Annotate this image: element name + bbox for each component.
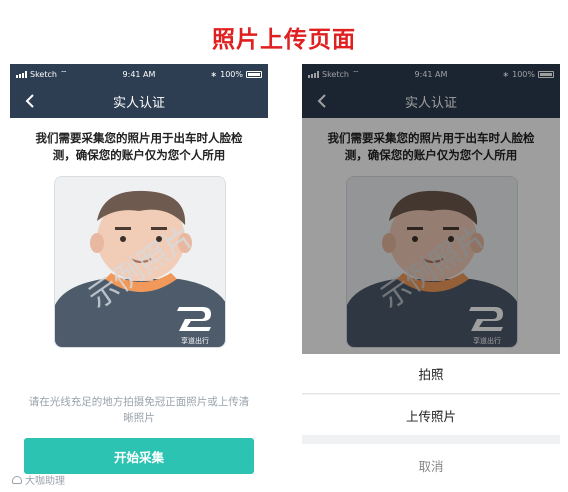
bluetooth-icon: ∗ [210, 69, 218, 79]
chat-icon [12, 475, 22, 484]
start-capture-button[interactable]: 开始采集 [24, 438, 254, 474]
battery-percent: 100% [220, 69, 243, 79]
status-right: ∗ 100% [210, 70, 262, 79]
page-heading: 照片上传页面 [212, 27, 356, 53]
cancel-option[interactable]: 取消 [302, 444, 560, 486]
phone-screen-capture: Sketch ⌔ 9:41 AM ∗ 100% 实人认证 我们需要采集您的照片用… [10, 64, 268, 486]
status-bar: Sketch ⌔ 9:41 AM ∗ 100% [10, 64, 268, 84]
sample-photo-card: 示例照片 享道出行 [54, 176, 226, 348]
status-left: Sketch ⌔ [16, 69, 67, 79]
upload-photo-option[interactable]: 上传照片 [302, 395, 560, 435]
sample-portrait-illustration: 示例照片 享道出行 [55, 177, 225, 347]
battery-icon [246, 70, 262, 78]
brand-badge-label: 享道出行 [181, 336, 209, 345]
corner-watermark: 大咖助理 [12, 472, 65, 487]
signal-icon [16, 70, 27, 78]
hint-text: 请在光线充足的地方拍摄免冠正面照片或上传清晰照片 [28, 396, 250, 424]
take-photo-option[interactable]: 拍照 [302, 354, 560, 394]
intro-text: 我们需要采集您的照片用于出车时人脸检测，确保您的账户仅为您个人所用 [35, 131, 243, 162]
carrier-label: Sketch [30, 69, 57, 79]
chevron-left-icon [25, 94, 34, 108]
back-button[interactable] [22, 93, 38, 109]
nav-bar: 实人认证 [10, 84, 268, 118]
wifi-icon: ⌔ [59, 69, 68, 78]
nav-title: 实人认证 [112, 95, 165, 111]
action-sheet: 拍照 上传照片 取消 [302, 354, 560, 486]
corner-watermark-text: 大咖助理 [25, 476, 65, 487]
phone-screen-action-sheet: Sketch ⌔ 9:41 AM ∗ 100% 实人认证 我们需要采集您的照片用… [302, 64, 560, 486]
